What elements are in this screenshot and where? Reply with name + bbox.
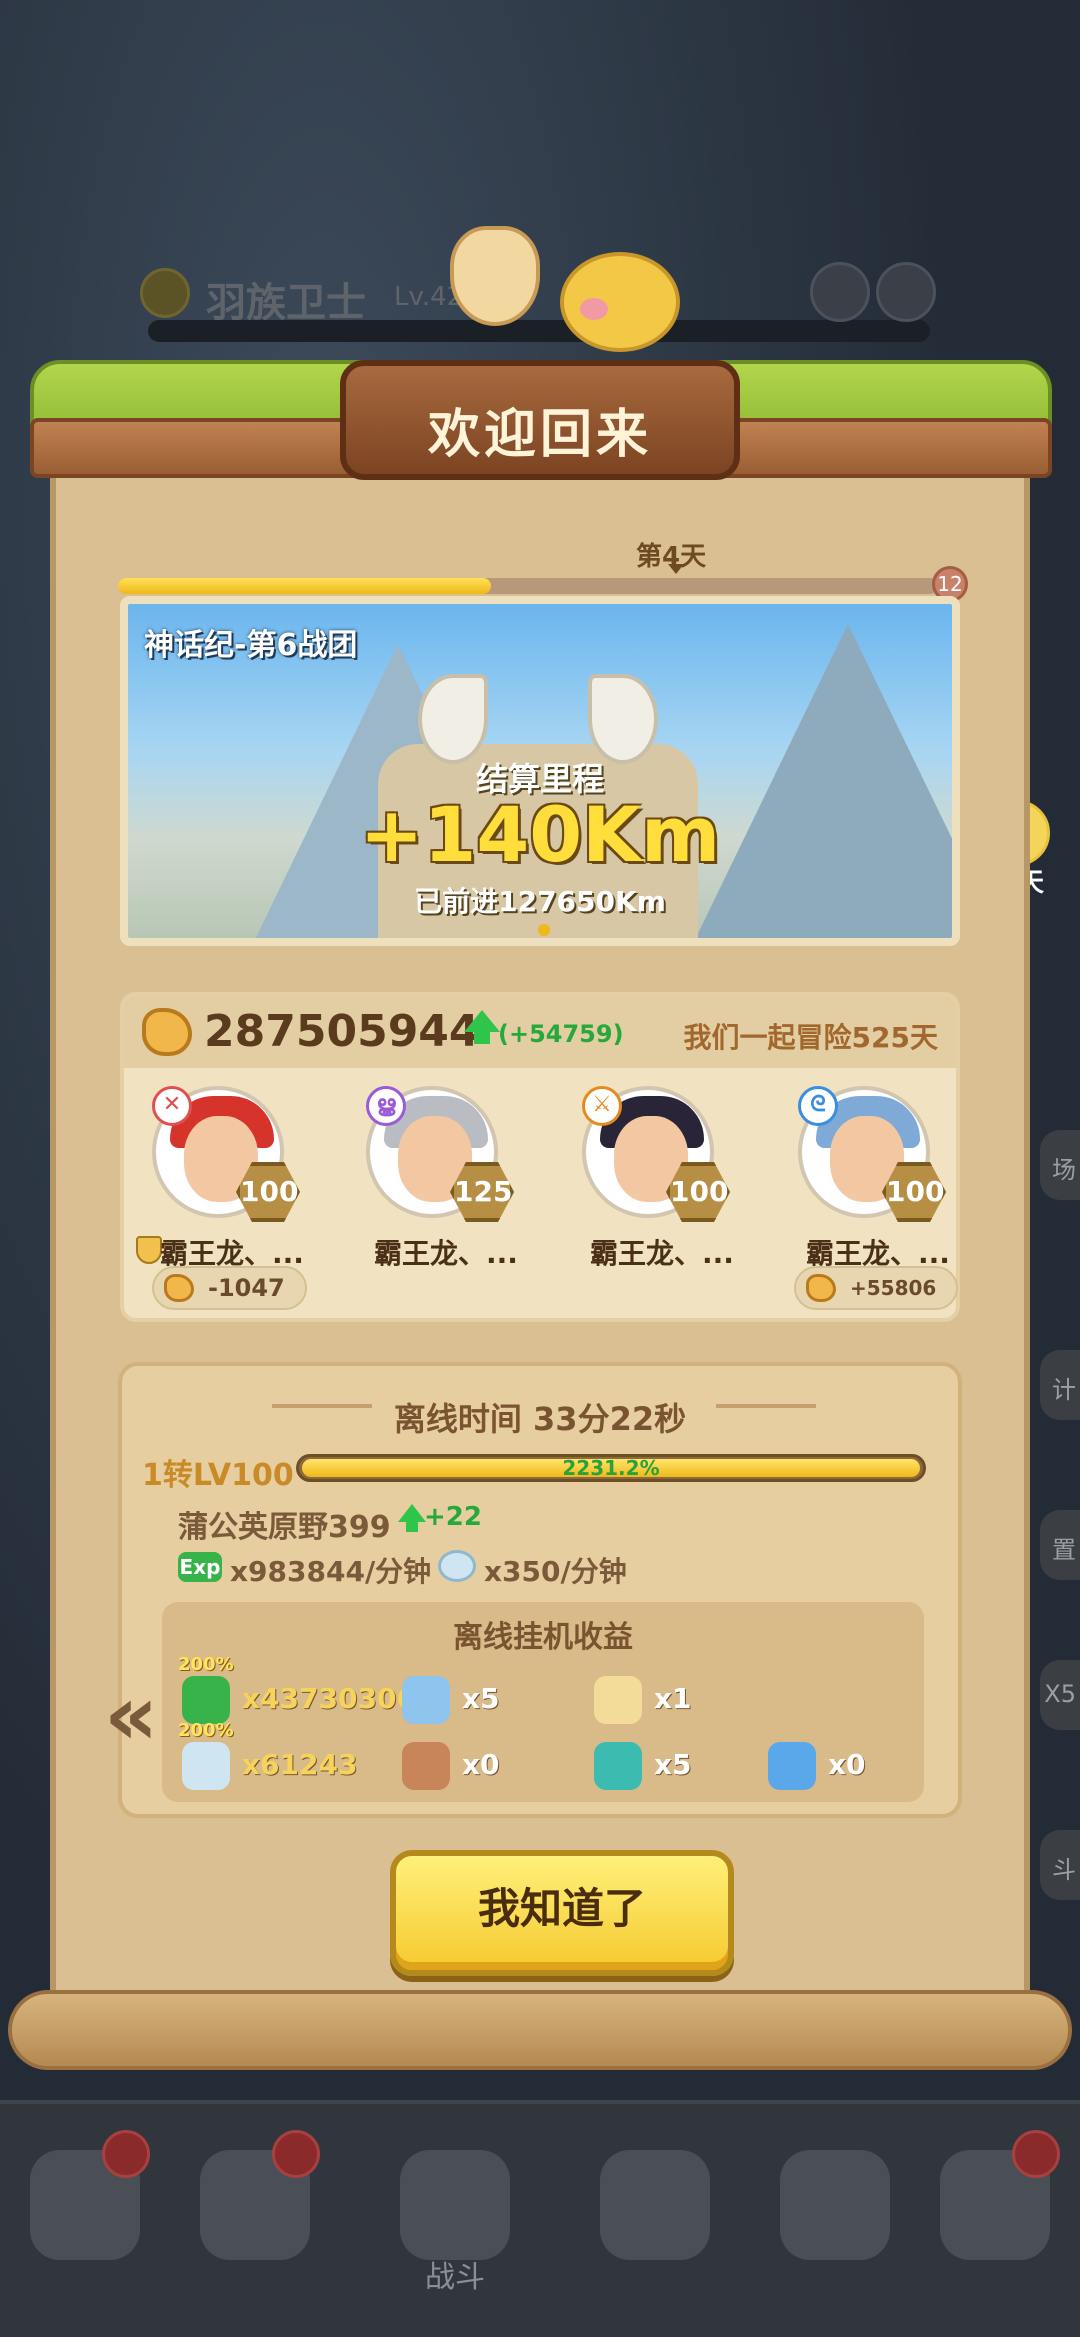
side-label: 计	[1052, 1376, 1076, 1404]
power-change-right-value: +55806	[850, 1276, 937, 1300]
day-marker-icon	[668, 564, 684, 574]
horn-icon	[450, 226, 540, 326]
ice-cube-icon	[402, 1676, 450, 1724]
side-button-2[interactable]: 计	[1040, 1350, 1080, 1420]
nav-item-battle[interactable]: 战斗	[380, 2130, 530, 2300]
mask-icon[interactable]	[876, 262, 936, 322]
power-change-right: +55806	[794, 1266, 959, 1310]
side-label: 场	[1052, 1156, 1076, 1184]
mileage-value: +140Km	[359, 790, 721, 879]
meat-icon	[402, 1742, 450, 1790]
reward-value: x0	[462, 1748, 500, 1781]
bird-body	[560, 252, 680, 352]
arm-power-icon	[142, 1008, 192, 1056]
team-name: 神话纪-第6战团	[144, 628, 358, 663]
rebirth-level: 1转LV100	[142, 1458, 294, 1493]
element-icon: ൠ	[366, 1086, 406, 1126]
reward-value: x61243	[242, 1748, 358, 1781]
exp-icon: Exp	[178, 1552, 222, 1582]
torch-icon	[594, 1676, 642, 1724]
hero-name: 霸王龙、...	[590, 1237, 734, 1270]
reward-value: x43730306	[242, 1682, 416, 1715]
reward-value: x1	[654, 1682, 692, 1715]
boost-label: 200%	[178, 1654, 234, 1675]
reward-value: x0	[828, 1748, 866, 1781]
gem-icon	[438, 1550, 476, 1582]
exp-icon	[182, 1676, 230, 1724]
side-label: 置	[1052, 1536, 1076, 1564]
confirm-button[interactable]: 我知道了	[390, 1850, 734, 1976]
stage-delta: +22	[424, 1502, 482, 1532]
exp-rate: x983844/分钟	[230, 1555, 432, 1588]
stage-name: 蒲公英原野399	[178, 1510, 391, 1545]
mileage-progress: 已前进127650Km	[414, 885, 666, 918]
arm-power-icon	[806, 1274, 836, 1302]
dino-icon	[780, 2150, 890, 2260]
power-value: 287505944	[204, 1006, 480, 1057]
crystal-icon	[768, 1742, 816, 1790]
swirl-icon[interactable]	[810, 262, 870, 322]
hero-name: 霸王龙、...	[374, 1237, 518, 1270]
page-indicator-dot	[538, 924, 550, 936]
offline-rewards: 离线挂机收益 200% x43730306 x5 x1 200% x61243 …	[162, 1602, 924, 1802]
side-button-5[interactable]: 斗	[1040, 1830, 1080, 1900]
dialog-title: 欢迎回来	[427, 405, 652, 465]
bird-cheek	[580, 298, 608, 320]
element-icon: ⚔	[582, 1086, 622, 1126]
side-button-1[interactable]: 场	[1040, 1130, 1080, 1200]
notification-icon	[102, 2130, 150, 2178]
notification-icon	[272, 2130, 320, 2178]
tusk-right-icon	[588, 674, 658, 764]
mileage-banner: 神话纪-第6战团 结算里程 +140Km 已前进127650Km	[120, 596, 960, 946]
arm-power-icon	[164, 1274, 194, 1302]
element-icon: ✕	[152, 1086, 192, 1126]
bird-mascot-icon	[540, 232, 690, 362]
title-plaque: 欢迎回来	[340, 360, 740, 480]
nav-item-6[interactable]	[920, 2130, 1070, 2300]
exp-percent: 2231.2%	[562, 1456, 660, 1480]
team-summary: 287505944 (+54759) 我们一起冒险525天 ✕ 100 霸王龙、…	[120, 992, 960, 1322]
gem-icon	[182, 1742, 230, 1790]
collapse-chevron-icon[interactable]: «	[104, 1666, 158, 1764]
team-header: 287505944 (+54759) 我们一起冒险525天	[124, 996, 956, 1068]
reward-value: x5	[654, 1748, 692, 1781]
bottom-nav: 战斗	[0, 2100, 1080, 2337]
up-arrow-icon	[464, 1010, 500, 1032]
teal-stone-icon	[594, 1742, 642, 1790]
side-button-3[interactable]: 置	[1040, 1510, 1080, 1580]
adventure-days: 我们一起冒险525天	[683, 1021, 938, 1054]
guild-emblem-icon	[140, 268, 190, 318]
power-change-left: -1047	[152, 1266, 307, 1310]
hero-card[interactable]: ⚔ 100 霸王龙、...	[562, 1086, 762, 1316]
sword-icon	[400, 2150, 510, 2260]
side-label: X5	[1044, 1680, 1076, 1708]
day-progress-fill	[118, 578, 492, 594]
boost-label: 200%	[178, 1720, 234, 1741]
nav-item-4[interactable]	[580, 2130, 730, 2300]
scroll-bottom-roll	[8, 1990, 1072, 2070]
exp-progress-bar: 2231.2%	[296, 1454, 926, 1482]
side-label: 斗	[1052, 1856, 1076, 1884]
rewards-title: 离线挂机收益	[453, 1620, 633, 1655]
offline-summary: 离线时间 33分22秒 1转LV100 2231.2% 蒲公英原野399 +22…	[118, 1362, 962, 1818]
nav-item-5[interactable]	[760, 2130, 910, 2300]
side-button-4[interactable]: X5	[1040, 1660, 1080, 1730]
power-change-left-value: -1047	[208, 1274, 285, 1302]
nav-item-2[interactable]	[180, 2130, 330, 2300]
power-delta: (+54759)	[498, 1020, 624, 1048]
notification-icon	[1012, 2130, 1060, 2178]
hero-card[interactable]: ൠ 125 霸王龙、...	[346, 1086, 546, 1316]
tusk-left-icon	[418, 674, 488, 764]
guild-progress-bar	[148, 320, 930, 342]
element-icon: ᘓ	[798, 1086, 838, 1126]
nav-label-battle: 战斗	[425, 2260, 485, 2295]
up-arrow-stem	[406, 1520, 418, 1532]
nav-item-1[interactable]	[10, 2130, 160, 2300]
reward-value: x5	[462, 1682, 500, 1715]
gem-rate: x350/分钟	[484, 1555, 627, 1588]
up-arrow-stem	[474, 1030, 490, 1044]
elder-icon	[600, 2150, 710, 2260]
offline-time: 离线时间 33分22秒	[393, 1400, 687, 1438]
